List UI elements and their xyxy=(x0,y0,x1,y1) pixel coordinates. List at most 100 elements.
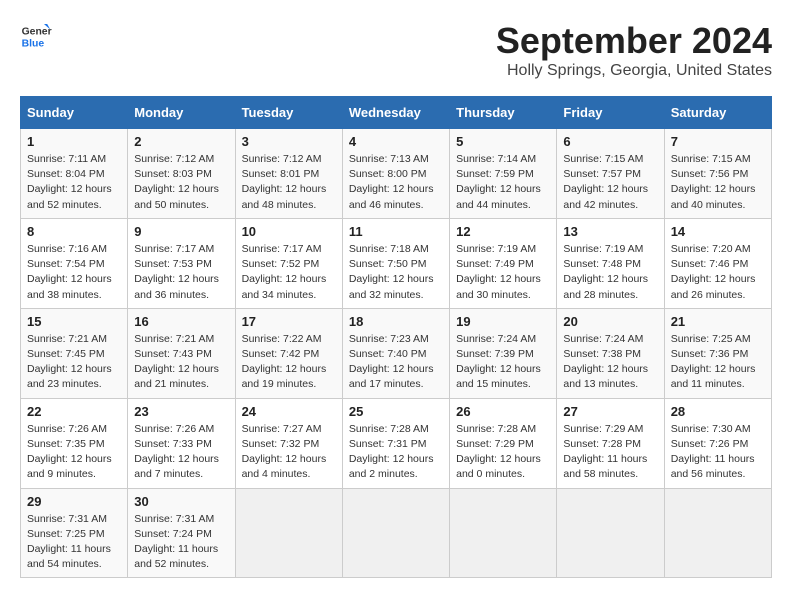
day-info: Sunrise: 7:30 AMSunset: 7:26 PMDaylight:… xyxy=(671,422,765,483)
day-info: Sunrise: 7:23 AMSunset: 7:40 PMDaylight:… xyxy=(349,332,443,393)
day-info: Sunrise: 7:19 AMSunset: 7:48 PMDaylight:… xyxy=(563,242,657,303)
weekday-header: Friday xyxy=(557,97,664,129)
day-info: Sunrise: 7:17 AMSunset: 7:52 PMDaylight:… xyxy=(242,242,336,303)
calendar-day-cell: 14 Sunrise: 7:20 AMSunset: 7:46 PMDaylig… xyxy=(664,218,771,308)
day-info: Sunrise: 7:26 AMSunset: 7:33 PMDaylight:… xyxy=(134,422,228,483)
calendar-day-cell: 10 Sunrise: 7:17 AMSunset: 7:52 PMDaylig… xyxy=(235,218,342,308)
calendar-day-cell: 23 Sunrise: 7:26 AMSunset: 7:33 PMDaylig… xyxy=(128,398,235,488)
day-number: 9 xyxy=(134,224,228,239)
calendar-week-row: 29 Sunrise: 7:31 AMSunset: 7:25 PMDaylig… xyxy=(21,488,772,578)
calendar-day-cell: 29 Sunrise: 7:31 AMSunset: 7:25 PMDaylig… xyxy=(21,488,128,578)
day-info: Sunrise: 7:28 AMSunset: 7:29 PMDaylight:… xyxy=(456,422,550,483)
weekday-header: Wednesday xyxy=(342,97,449,129)
day-number: 16 xyxy=(134,314,228,329)
title-section: September 2024 Holly Springs, Georgia, U… xyxy=(496,20,772,80)
day-number: 1 xyxy=(27,134,121,149)
day-number: 14 xyxy=(671,224,765,239)
day-info: Sunrise: 7:12 AMSunset: 8:01 PMDaylight:… xyxy=(242,152,336,213)
day-number: 13 xyxy=(563,224,657,239)
weekday-header: Tuesday xyxy=(235,97,342,129)
day-info: Sunrise: 7:21 AMSunset: 7:45 PMDaylight:… xyxy=(27,332,121,393)
logo-icon: General Blue xyxy=(20,20,52,52)
day-number: 18 xyxy=(349,314,443,329)
calendar-table: SundayMondayTuesdayWednesdayThursdayFrid… xyxy=(20,96,772,578)
day-number: 12 xyxy=(456,224,550,239)
day-info: Sunrise: 7:22 AMSunset: 7:42 PMDaylight:… xyxy=(242,332,336,393)
day-info: Sunrise: 7:18 AMSunset: 7:50 PMDaylight:… xyxy=(349,242,443,303)
logo: General Blue xyxy=(20,20,52,52)
day-info: Sunrise: 7:24 AMSunset: 7:38 PMDaylight:… xyxy=(563,332,657,393)
calendar-day-cell: 3 Sunrise: 7:12 AMSunset: 8:01 PMDayligh… xyxy=(235,129,342,219)
day-number: 10 xyxy=(242,224,336,239)
calendar-day-cell: 19 Sunrise: 7:24 AMSunset: 7:39 PMDaylig… xyxy=(450,308,557,398)
calendar-day-cell: 25 Sunrise: 7:28 AMSunset: 7:31 PMDaylig… xyxy=(342,398,449,488)
day-number: 19 xyxy=(456,314,550,329)
calendar-week-row: 8 Sunrise: 7:16 AMSunset: 7:54 PMDayligh… xyxy=(21,218,772,308)
day-info: Sunrise: 7:11 AMSunset: 8:04 PMDaylight:… xyxy=(27,152,121,213)
calendar-header-row: SundayMondayTuesdayWednesdayThursdayFrid… xyxy=(21,97,772,129)
calendar-day-cell xyxy=(235,488,342,578)
day-number: 23 xyxy=(134,404,228,419)
calendar-day-cell: 15 Sunrise: 7:21 AMSunset: 7:45 PMDaylig… xyxy=(21,308,128,398)
day-number: 6 xyxy=(563,134,657,149)
calendar-day-cell: 5 Sunrise: 7:14 AMSunset: 7:59 PMDayligh… xyxy=(450,129,557,219)
calendar-day-cell: 26 Sunrise: 7:28 AMSunset: 7:29 PMDaylig… xyxy=(450,398,557,488)
calendar-day-cell: 13 Sunrise: 7:19 AMSunset: 7:48 PMDaylig… xyxy=(557,218,664,308)
weekday-header: Sunday xyxy=(21,97,128,129)
calendar-day-cell: 30 Sunrise: 7:31 AMSunset: 7:24 PMDaylig… xyxy=(128,488,235,578)
day-info: Sunrise: 7:12 AMSunset: 8:03 PMDaylight:… xyxy=(134,152,228,213)
day-number: 24 xyxy=(242,404,336,419)
day-number: 2 xyxy=(134,134,228,149)
day-number: 27 xyxy=(563,404,657,419)
weekday-header: Saturday xyxy=(664,97,771,129)
calendar-day-cell: 2 Sunrise: 7:12 AMSunset: 8:03 PMDayligh… xyxy=(128,129,235,219)
calendar-day-cell: 27 Sunrise: 7:29 AMSunset: 7:28 PMDaylig… xyxy=(557,398,664,488)
day-number: 26 xyxy=(456,404,550,419)
day-number: 5 xyxy=(456,134,550,149)
calendar-week-row: 15 Sunrise: 7:21 AMSunset: 7:45 PMDaylig… xyxy=(21,308,772,398)
day-info: Sunrise: 7:28 AMSunset: 7:31 PMDaylight:… xyxy=(349,422,443,483)
day-number: 17 xyxy=(242,314,336,329)
day-number: 25 xyxy=(349,404,443,419)
day-number: 30 xyxy=(134,494,228,509)
day-number: 7 xyxy=(671,134,765,149)
calendar-day-cell: 11 Sunrise: 7:18 AMSunset: 7:50 PMDaylig… xyxy=(342,218,449,308)
day-info: Sunrise: 7:31 AMSunset: 7:24 PMDaylight:… xyxy=(134,512,228,573)
day-info: Sunrise: 7:16 AMSunset: 7:54 PMDaylight:… xyxy=(27,242,121,303)
calendar-day-cell: 8 Sunrise: 7:16 AMSunset: 7:54 PMDayligh… xyxy=(21,218,128,308)
page-header: General Blue September 2024 Holly Spring… xyxy=(20,20,772,80)
day-number: 20 xyxy=(563,314,657,329)
day-info: Sunrise: 7:20 AMSunset: 7:46 PMDaylight:… xyxy=(671,242,765,303)
calendar-day-cell xyxy=(450,488,557,578)
day-info: Sunrise: 7:31 AMSunset: 7:25 PMDaylight:… xyxy=(27,512,121,573)
calendar-day-cell: 28 Sunrise: 7:30 AMSunset: 7:26 PMDaylig… xyxy=(664,398,771,488)
day-info: Sunrise: 7:29 AMSunset: 7:28 PMDaylight:… xyxy=(563,422,657,483)
calendar-day-cell: 20 Sunrise: 7:24 AMSunset: 7:38 PMDaylig… xyxy=(557,308,664,398)
calendar-week-row: 1 Sunrise: 7:11 AMSunset: 8:04 PMDayligh… xyxy=(21,129,772,219)
calendar-day-cell: 1 Sunrise: 7:11 AMSunset: 8:04 PMDayligh… xyxy=(21,129,128,219)
day-info: Sunrise: 7:15 AMSunset: 7:56 PMDaylight:… xyxy=(671,152,765,213)
day-info: Sunrise: 7:13 AMSunset: 8:00 PMDaylight:… xyxy=(349,152,443,213)
svg-text:Blue: Blue xyxy=(22,38,45,49)
month-year-title: September 2024 xyxy=(496,20,772,62)
calendar-day-cell xyxy=(342,488,449,578)
day-info: Sunrise: 7:24 AMSunset: 7:39 PMDaylight:… xyxy=(456,332,550,393)
day-number: 11 xyxy=(349,224,443,239)
day-number: 28 xyxy=(671,404,765,419)
day-info: Sunrise: 7:19 AMSunset: 7:49 PMDaylight:… xyxy=(456,242,550,303)
calendar-day-cell xyxy=(664,488,771,578)
day-number: 21 xyxy=(671,314,765,329)
weekday-header: Monday xyxy=(128,97,235,129)
day-info: Sunrise: 7:17 AMSunset: 7:53 PMDaylight:… xyxy=(134,242,228,303)
location-subtitle: Holly Springs, Georgia, United States xyxy=(496,62,772,80)
calendar-week-row: 22 Sunrise: 7:26 AMSunset: 7:35 PMDaylig… xyxy=(21,398,772,488)
calendar-day-cell: 4 Sunrise: 7:13 AMSunset: 8:00 PMDayligh… xyxy=(342,129,449,219)
day-info: Sunrise: 7:14 AMSunset: 7:59 PMDaylight:… xyxy=(456,152,550,213)
day-number: 15 xyxy=(27,314,121,329)
day-info: Sunrise: 7:27 AMSunset: 7:32 PMDaylight:… xyxy=(242,422,336,483)
calendar-day-cell: 22 Sunrise: 7:26 AMSunset: 7:35 PMDaylig… xyxy=(21,398,128,488)
calendar-day-cell: 21 Sunrise: 7:25 AMSunset: 7:36 PMDaylig… xyxy=(664,308,771,398)
day-number: 8 xyxy=(27,224,121,239)
calendar-day-cell: 12 Sunrise: 7:19 AMSunset: 7:49 PMDaylig… xyxy=(450,218,557,308)
calendar-day-cell: 6 Sunrise: 7:15 AMSunset: 7:57 PMDayligh… xyxy=(557,129,664,219)
